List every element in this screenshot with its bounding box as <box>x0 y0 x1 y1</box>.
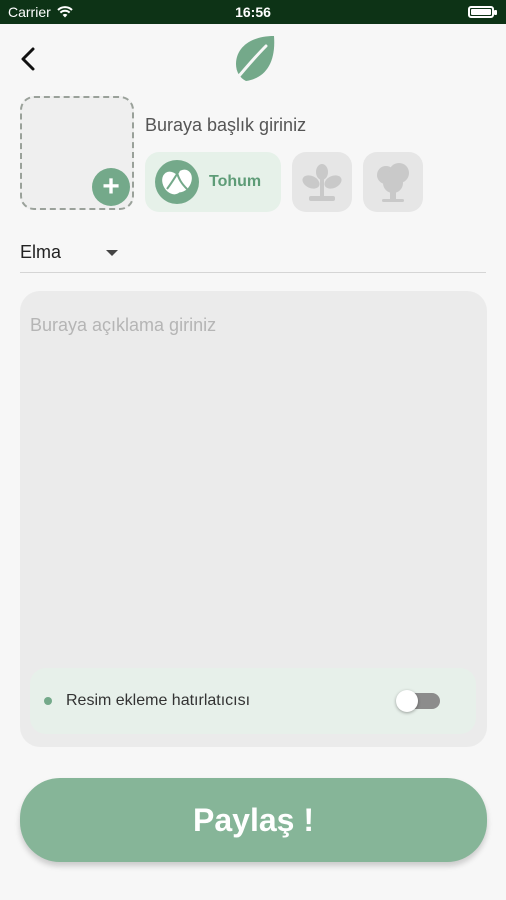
back-arrow-icon[interactable] <box>14 44 44 74</box>
reminder-label: Resim ekleme hatırlatıcısı <box>66 692 251 709</box>
seed-icon <box>155 160 199 204</box>
reminder-toggle[interactable] <box>396 690 440 712</box>
sapling-icon <box>302 164 342 201</box>
description-card: Resim ekleme hatırlatıcısı <box>20 291 487 747</box>
category-seed-button[interactable]: Tohum <box>145 152 281 212</box>
category-sapling-button[interactable] <box>292 152 352 212</box>
share-button[interactable]: Paylaş ! <box>20 778 487 862</box>
category-seed-label: Tohum <box>209 173 262 190</box>
battery-icon <box>468 6 497 18</box>
description-input[interactable] <box>30 315 470 655</box>
leaf-logo-icon <box>232 36 275 84</box>
dropdown-caret-icon <box>106 250 118 256</box>
status-time: 16:56 <box>235 4 271 20</box>
plant-select[interactable]: Elma <box>20 234 486 273</box>
add-photo-icon[interactable]: + <box>92 168 130 206</box>
bullet-dot-icon <box>44 697 52 705</box>
status-bar: Carrier 16:56 <box>0 0 506 24</box>
plant-select-value: Elma <box>20 242 62 262</box>
title-input[interactable] <box>145 112 475 138</box>
tree-icon <box>377 163 409 202</box>
photo-picker[interactable]: + <box>20 96 134 210</box>
category-tree-button[interactable] <box>363 152 423 212</box>
photo-reminder-row: Resim ekleme hatırlatıcısı <box>30 668 476 734</box>
